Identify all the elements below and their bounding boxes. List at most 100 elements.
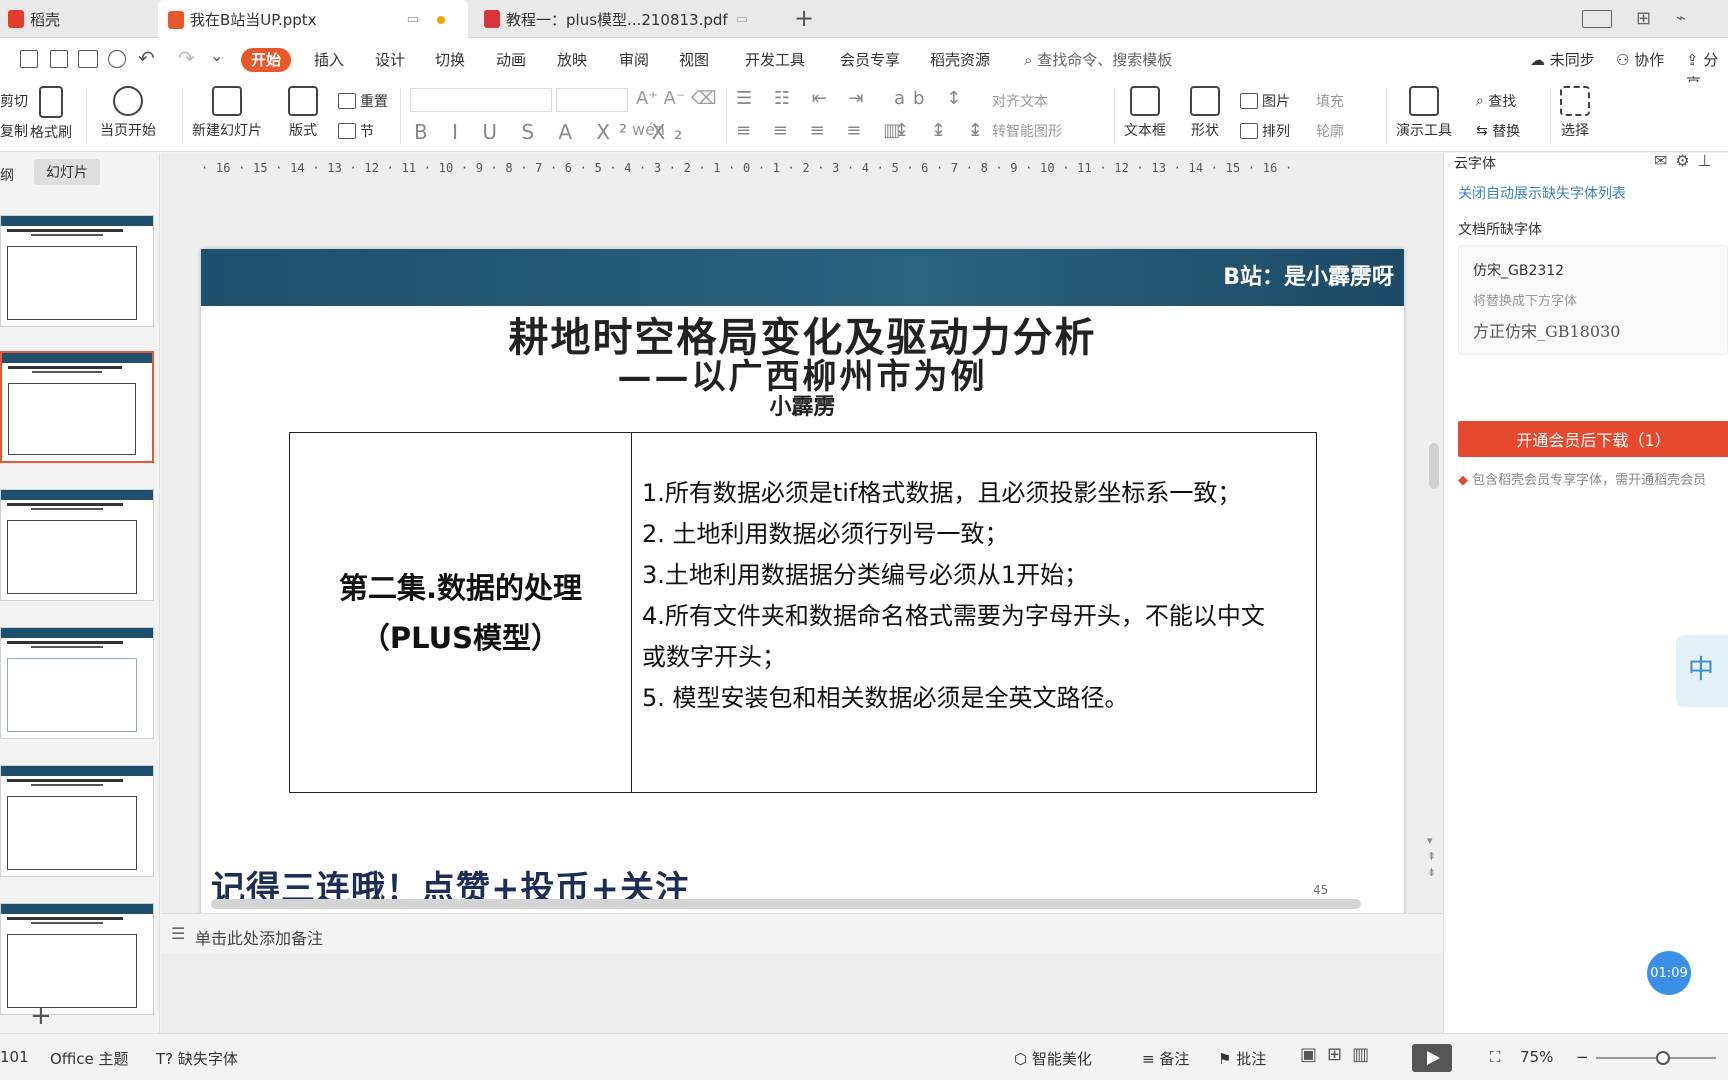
undo-icon[interactable]: ↶ bbox=[138, 46, 155, 70]
table-cell-requirements[interactable]: 1.所有数据必须是tif格式数据，且必须投影坐标系一致； 2. 土地利用数据必须… bbox=[642, 473, 1312, 719]
menu-review[interactable]: 审阅 bbox=[619, 48, 649, 72]
horizontal-scrollbar[interactable] bbox=[211, 899, 1361, 909]
notes-pane[interactable]: ☰ 单击此处添加备注 bbox=[161, 913, 1443, 953]
save-icon[interactable] bbox=[20, 50, 38, 68]
panel-tool-icons[interactable]: ✉⚙⊥ bbox=[1654, 151, 1720, 170]
menu-animation[interactable]: 动画 bbox=[496, 48, 526, 72]
menu-member[interactable]: 会员专享 bbox=[840, 48, 900, 72]
menu-insert[interactable]: 插入 bbox=[314, 48, 344, 72]
text-direction-icons[interactable]: ab ↕ bbox=[894, 88, 969, 109]
align-text-button[interactable]: 对齐文本 bbox=[992, 90, 1048, 112]
scroll-arrows-icon[interactable]: ▾ ⇞ ⇟ bbox=[1427, 833, 1436, 881]
monitor-icon[interactable]: ▭ bbox=[736, 12, 748, 27]
panel-title[interactable]: 云字体 bbox=[1454, 153, 1496, 173]
account-icon[interactable]: ⌁ bbox=[1676, 8, 1686, 27]
phonetic-icon[interactable]: wén bbox=[632, 120, 665, 139]
missing-fonts-status[interactable]: T? 缺失字体 bbox=[156, 1048, 238, 1069]
zoom-level[interactable]: 75% bbox=[1520, 1048, 1553, 1066]
notes-toggle[interactable]: ≡ 备注 bbox=[1142, 1048, 1189, 1069]
tab-pptx[interactable]: 我在B站当UP.pptx ▭ bbox=[158, 0, 468, 39]
replace-button[interactable]: ⇆ 替换 bbox=[1476, 120, 1520, 142]
redo-icon[interactable]: ↷ bbox=[178, 46, 195, 70]
export-icon[interactable] bbox=[50, 50, 68, 68]
smart-art-button[interactable]: 转智能图形 bbox=[992, 120, 1062, 142]
play-current-button[interactable]: 当页开始 bbox=[100, 86, 156, 140]
command-search[interactable]: ⌕ 查找命令、搜索模板 bbox=[1024, 48, 1172, 72]
beautify-button[interactable]: ⬡ 智能美化 bbox=[1014, 1048, 1092, 1069]
collab-button[interactable]: ⚇ 协作 bbox=[1616, 48, 1664, 72]
slide-thumbnail[interactable] bbox=[0, 489, 154, 601]
layout-button[interactable]: 版式 bbox=[288, 86, 318, 140]
presenter-tools-button[interactable]: 演示工具 bbox=[1396, 86, 1452, 140]
tab-docer[interactable]: 稻壳 bbox=[0, 0, 154, 38]
list-icons[interactable]: ☰ ☷ ⇤ ⇥ bbox=[736, 88, 872, 109]
slide-canvas[interactable]: B站：是小霹雳呀 耕地时空格局变化及驱动力分析 ——以广西柳州市为例 小霹雳 第… bbox=[201, 249, 1404, 927]
select-button[interactable]: 选择 bbox=[1560, 86, 1590, 140]
grid-apps-icon[interactable]: ⊞ bbox=[1636, 8, 1651, 29]
vertical-scrollbar[interactable] bbox=[1429, 443, 1439, 489]
close-auto-list-link[interactable]: 关闭自动展示缺失字体列表 bbox=[1458, 183, 1626, 203]
missing-font-icon: T? bbox=[156, 1050, 174, 1068]
slides-tab[interactable]: 幻灯片 bbox=[34, 159, 100, 185]
slide-thumbnail-selected[interactable] bbox=[0, 351, 154, 463]
slide-thumbnail[interactable] bbox=[0, 215, 154, 327]
font-size-controls-icon[interactable]: A⁺ A⁻ ⌫ bbox=[636, 88, 717, 109]
sync-status[interactable]: ☁ 未同步 bbox=[1530, 48, 1595, 72]
zoom-slider-handle[interactable] bbox=[1656, 1051, 1670, 1065]
copy-button[interactable]: 复制 bbox=[0, 120, 28, 142]
font-family-select[interactable] bbox=[410, 88, 552, 112]
line-spacing-icons[interactable]: ↨ ↨ ↨ bbox=[894, 120, 991, 141]
share-button[interactable]: ⇪ 分享 bbox=[1686, 48, 1728, 93]
monitor-icon[interactable]: ▭ bbox=[407, 12, 419, 27]
tab-pdf[interactable]: 教程一：plus模型...210813.pdf ▭ bbox=[474, 0, 784, 38]
slide-table[interactable]: 第二集.数据的处理 （PLUS模型） 1.所有数据必须是tif格式数据，且必须投… bbox=[289, 432, 1317, 793]
menu-design[interactable]: 设计 bbox=[375, 48, 405, 72]
format-painter-button[interactable]: 格式刷 bbox=[30, 86, 72, 142]
timer-badge[interactable]: 01:09 bbox=[1647, 951, 1691, 995]
zoom-out-icon[interactable]: − bbox=[1576, 1048, 1589, 1066]
align-text-label: 对齐文本 bbox=[992, 94, 1048, 110]
slide-author[interactable]: 小霹雳 bbox=[201, 389, 1404, 421]
table-cell-topic[interactable]: 第二集.数据的处理 （PLUS模型） bbox=[290, 433, 632, 792]
fill-button[interactable]: 填充 bbox=[1316, 90, 1344, 112]
menu-view[interactable]: 视图 bbox=[679, 48, 709, 72]
textbox-button[interactable]: 文本框 bbox=[1124, 86, 1166, 140]
section-button[interactable]: 节 bbox=[338, 120, 374, 142]
missing-font-card[interactable]: 仿宋_GB2312 将替换成下方字体 方正仿宋_GB18030 bbox=[1458, 245, 1728, 355]
menu-transition[interactable]: 切换 bbox=[435, 48, 465, 72]
slide-thumbnail[interactable] bbox=[0, 903, 154, 1015]
picture-button[interactable]: 图片 bbox=[1240, 90, 1290, 112]
slide-thumbnail[interactable] bbox=[0, 765, 154, 877]
menu-docer[interactable]: 稻壳资源 bbox=[930, 48, 990, 72]
ime-indicator[interactable]: 中 bbox=[1676, 635, 1728, 707]
menu-start[interactable]: 开始 bbox=[241, 48, 292, 72]
align-icons[interactable]: ≡ ≡ ≡ ≡ ▥ bbox=[736, 120, 908, 141]
new-slide-button[interactable]: 新建幻灯片 bbox=[192, 86, 262, 140]
new-tab-icon[interactable]: + bbox=[794, 4, 814, 32]
fit-window-icon[interactable]: ⛶ bbox=[1490, 1048, 1501, 1066]
add-slide-icon[interactable]: + bbox=[30, 1001, 52, 1031]
outline-tab[interactable]: 纲 bbox=[0, 165, 14, 185]
divider bbox=[182, 88, 183, 144]
play-slideshow-button[interactable] bbox=[1412, 1044, 1452, 1072]
arrange-button[interactable]: 排列 bbox=[1240, 120, 1290, 142]
comments-toggle[interactable]: ⚑ 批注 bbox=[1218, 1048, 1266, 1069]
reset-button[interactable]: 重置 bbox=[338, 90, 388, 112]
theme-name[interactable]: Office 主题 bbox=[50, 1048, 129, 1069]
cloud-icon: ☁ bbox=[1530, 51, 1545, 69]
shapes-button[interactable]: 形状 bbox=[1190, 86, 1220, 140]
menu-slideshow[interactable]: 放映 bbox=[557, 48, 587, 72]
quick-access-chevron-icon[interactable]: ⌄ bbox=[210, 46, 223, 65]
cut-button[interactable]: 剪切 bbox=[0, 90, 28, 112]
window-layout-icon[interactable] bbox=[1582, 10, 1612, 28]
menu-developer[interactable]: 开发工具 bbox=[745, 48, 805, 72]
find-button[interactable]: ⌕ 查找 bbox=[1476, 90, 1516, 112]
print-preview-icon[interactable] bbox=[108, 50, 126, 68]
font-size-select[interactable] bbox=[556, 88, 628, 112]
view-mode-icons[interactable]: ▣⊞▥ bbox=[1300, 1044, 1379, 1065]
menu-bar: ↶ ↷ ⌄ 开始 插入 设计 切换 动画 放映 审阅 视图 开发工具 会员专享 … bbox=[0, 38, 1728, 93]
slide-thumbnail[interactable] bbox=[0, 627, 154, 739]
print-icon[interactable] bbox=[78, 50, 98, 68]
outline-button[interactable]: 轮廓 bbox=[1316, 120, 1344, 142]
vip-download-button[interactable]: 开通会员后下载（1） bbox=[1458, 421, 1728, 457]
